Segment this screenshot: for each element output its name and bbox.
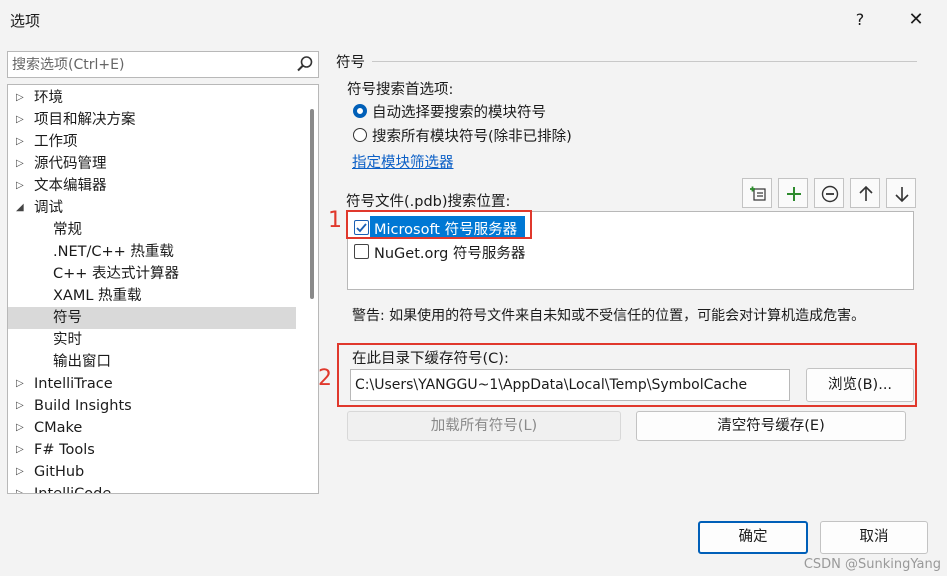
tree-item-label: XAML 热重载 xyxy=(53,288,142,304)
title-divider xyxy=(372,61,917,62)
location-label-nuget[interactable]: NuGet.org 符号服务器 xyxy=(374,242,525,263)
tree-item[interactable]: ▷ 环境 xyxy=(8,87,296,109)
tree-item[interactable]: ◢ 调试 xyxy=(8,197,296,219)
tree-item-label: GitHub xyxy=(34,464,85,480)
ok-button[interactable]: 确定 xyxy=(698,521,808,554)
add-folder-button[interactable] xyxy=(742,178,772,208)
tree-item[interactable]: .NET/C++ 热重载 xyxy=(8,241,296,263)
collapsed-arrow-icon[interactable]: ▷ xyxy=(16,439,28,461)
add-folder-icon xyxy=(750,186,766,201)
collapsed-arrow-icon[interactable]: ▷ xyxy=(16,395,28,417)
collapsed-arrow-icon[interactable]: ▷ xyxy=(16,153,28,175)
radio-all-label[interactable]: 搜索所有模块符号(除非已排除) xyxy=(372,125,572,146)
cache-label: 在此目录下缓存符号(C): xyxy=(352,351,509,367)
tree-scrollbar[interactable] xyxy=(309,89,315,489)
clear-cache-button[interactable]: 清空符号缓存(E) xyxy=(636,411,906,441)
move-up-button[interactable] xyxy=(850,178,880,208)
tree-item-label: .NET/C++ 热重载 xyxy=(53,244,174,260)
add-location-button[interactable] xyxy=(778,178,808,208)
tree-item-label: 符号 xyxy=(53,310,82,326)
collapsed-arrow-icon[interactable]: ▷ xyxy=(16,109,28,131)
tree-item-label: 输出窗口 xyxy=(53,354,111,370)
tree-item-label: 环境 xyxy=(34,90,63,106)
expanded-arrow-icon[interactable]: ◢ xyxy=(16,197,28,219)
tree-item[interactable]: ▷ IntelliTrace xyxy=(8,373,296,395)
tree-item-label: 常规 xyxy=(53,222,82,238)
browse-button[interactable]: 浏览(B)... xyxy=(806,368,914,402)
tree-item-label: 文本编辑器 xyxy=(34,178,107,194)
tree-item-label: Build Insights xyxy=(34,398,132,414)
module-filter-link[interactable]: 指定模块筛选器 xyxy=(352,151,454,172)
collapsed-arrow-icon[interactable]: ▷ xyxy=(16,131,28,153)
tree-item[interactable]: ▷ 工作项 xyxy=(8,131,296,153)
tree-item[interactable]: 符号 xyxy=(8,307,296,329)
tree-item[interactable]: ▷ 项目和解决方案 xyxy=(8,109,296,131)
scroll-thumb[interactable] xyxy=(310,109,314,299)
radio-auto-label[interactable]: 自动选择要搜索的模块符号 xyxy=(372,101,546,122)
annotation-box-1 xyxy=(346,210,532,239)
tree-item[interactable]: C++ 表达式计算器 xyxy=(8,263,296,285)
cache-path-input[interactable] xyxy=(350,369,790,401)
close-button[interactable]: ✕ xyxy=(904,8,928,32)
tree-item-label: 项目和解决方案 xyxy=(34,112,136,128)
tree-item[interactable]: 常规 xyxy=(8,219,296,241)
collapsed-arrow-icon[interactable]: ▷ xyxy=(16,87,28,109)
annotation-number-1: 1 xyxy=(328,208,342,233)
search-icon[interactable] xyxy=(296,55,314,73)
tree-item-label: 实时 xyxy=(53,332,82,348)
tree-item[interactable]: ▷ 源代码管理 xyxy=(8,153,296,175)
page-title: 符号 xyxy=(336,55,365,71)
tree-item[interactable]: 输出窗口 xyxy=(8,351,296,373)
warning-text: 警告: 如果使用的符号文件来自未知或不受信任的位置，可能会对计算机造成危害。 xyxy=(352,308,866,324)
radio-auto[interactable] xyxy=(353,104,367,118)
tree-item-label: 调试 xyxy=(34,200,63,216)
tree-item[interactable]: ▷ IntelliCode xyxy=(8,483,296,494)
tree-item[interactable]: ▷ Build Insights xyxy=(8,395,296,417)
search-pref-label: 符号搜索首选项: xyxy=(347,82,454,98)
plus-icon xyxy=(787,187,801,201)
tree-item-label: F# Tools xyxy=(34,442,95,458)
tree-item-label: CMake xyxy=(34,420,83,436)
collapsed-arrow-icon[interactable]: ▷ xyxy=(16,373,28,395)
tree-item-label: IntelliCode xyxy=(34,486,112,494)
tree-item[interactable]: XAML 热重载 xyxy=(8,285,296,307)
load-all-symbols-button[interactable]: 加载所有符号(L) xyxy=(347,411,621,441)
tree-item-label: 工作项 xyxy=(34,134,78,150)
tree-item[interactable]: ▷ 文本编辑器 xyxy=(8,175,296,197)
collapsed-arrow-icon[interactable]: ▷ xyxy=(16,461,28,483)
tree-item[interactable]: ▷ F# Tools xyxy=(8,439,296,461)
search-box xyxy=(7,51,319,78)
arrow-down-icon xyxy=(895,187,909,203)
collapsed-arrow-icon[interactable]: ▷ xyxy=(16,175,28,197)
tree-item-label: C++ 表达式计算器 xyxy=(53,266,180,282)
arrow-up-icon xyxy=(859,185,873,201)
tree-item[interactable]: 实时 xyxy=(8,329,296,351)
help-button[interactable]: ? xyxy=(848,8,872,32)
window-title: 选项 xyxy=(10,12,41,30)
location-checkbox-nuget[interactable] xyxy=(354,244,369,259)
watermark: CSDN @SunkingYang xyxy=(803,557,941,572)
tree-item-label: 源代码管理 xyxy=(34,156,107,172)
tree-item-label: IntelliTrace xyxy=(34,376,113,392)
annotation-number-2: 2 xyxy=(318,366,332,391)
move-down-button[interactable] xyxy=(886,178,916,208)
collapsed-arrow-icon[interactable]: ▷ xyxy=(16,483,28,493)
minus-circle-icon xyxy=(821,185,839,203)
tree-item[interactable]: ▷ CMake xyxy=(8,417,296,439)
remove-location-button[interactable] xyxy=(814,178,844,208)
cancel-button[interactable]: 取消 xyxy=(820,521,928,554)
options-tree: ▷ 环境 ▷ 项目和解决方案 ▷ 工作项 ▷ 源代码管理 ▷ 文本编辑器 ◢ 调试常规 .NET/C++… xyxy=(7,84,319,494)
title-bar xyxy=(0,0,947,40)
collapsed-arrow-icon[interactable]: ▷ xyxy=(16,417,28,439)
locations-label: 符号文件(.pdb)搜索位置: xyxy=(346,194,511,210)
search-input[interactable] xyxy=(12,55,292,75)
radio-all[interactable] xyxy=(353,128,367,142)
tree-item[interactable]: ▷ GitHub xyxy=(8,461,296,483)
